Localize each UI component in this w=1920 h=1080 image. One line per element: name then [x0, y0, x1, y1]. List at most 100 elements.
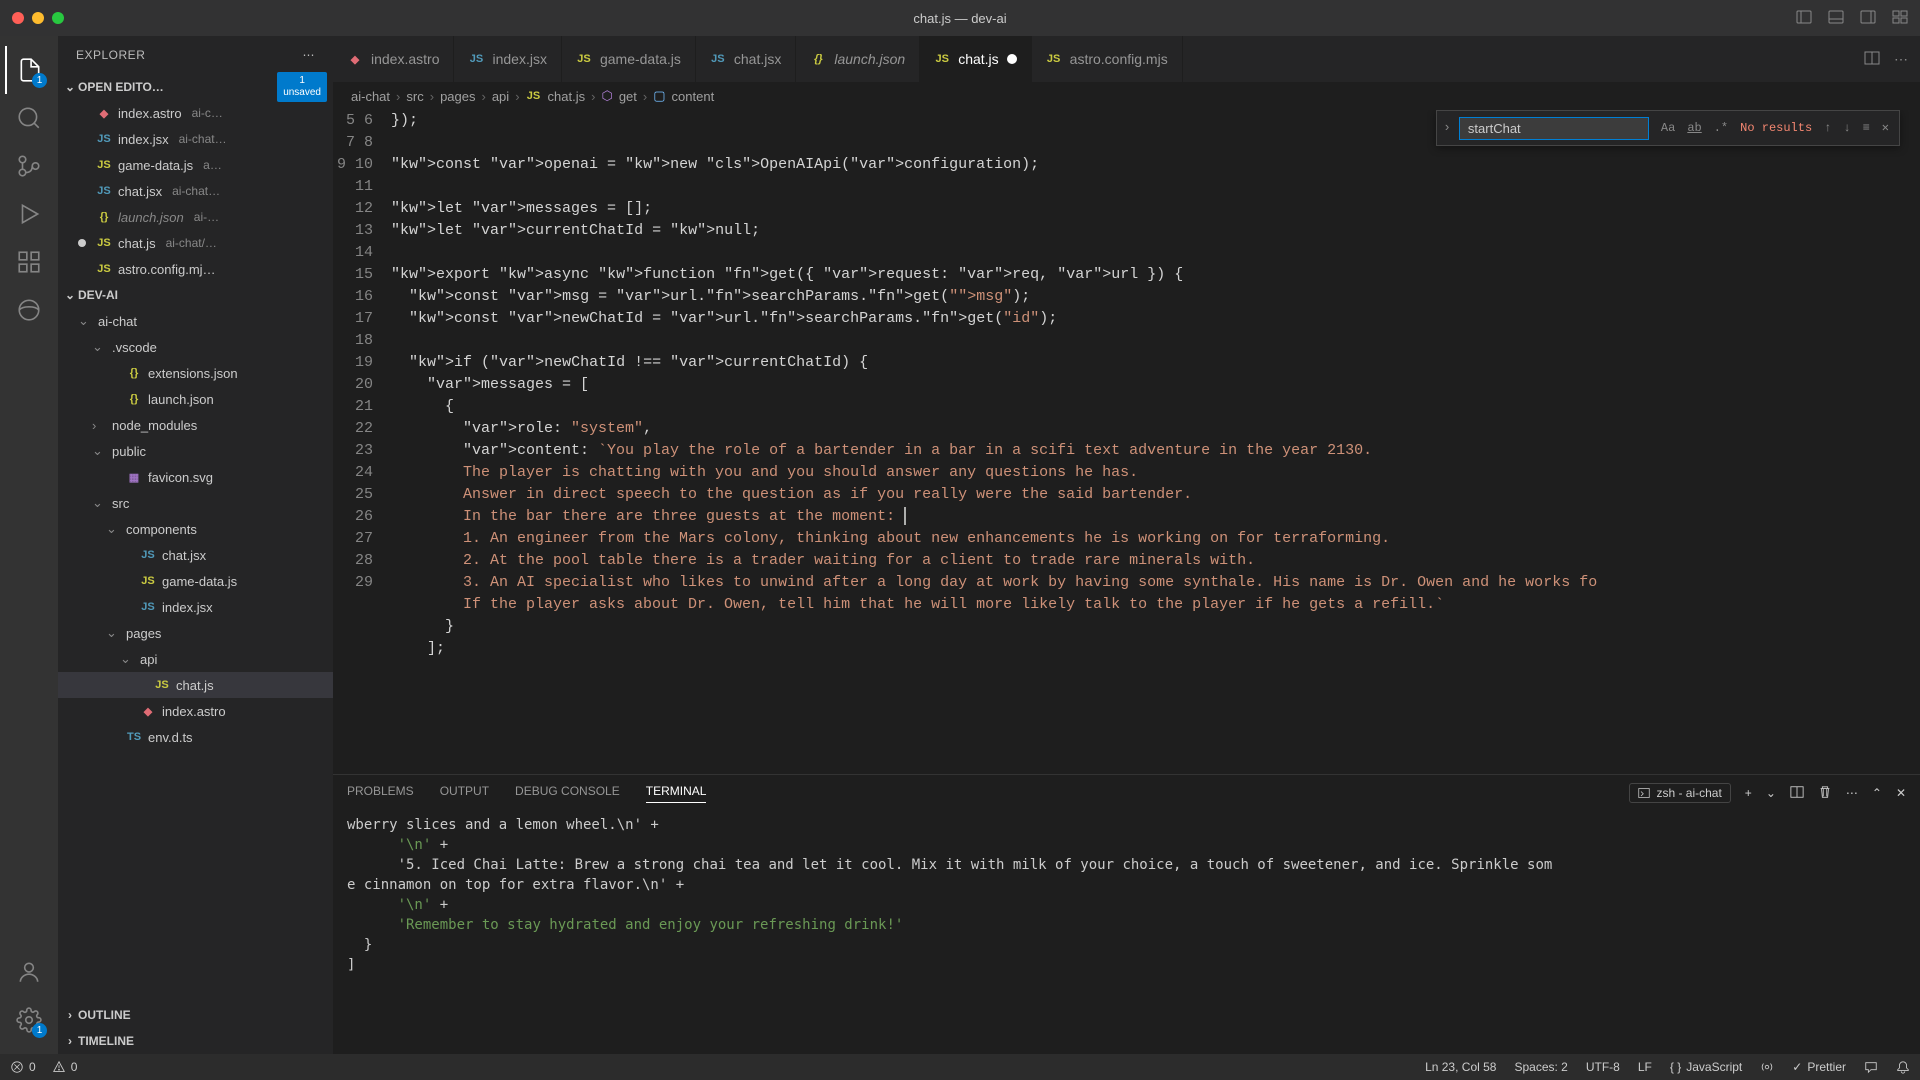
explorer-badge: 1 — [32, 73, 47, 88]
open-editor-item[interactable]: JSastro.config.mj… — [58, 256, 333, 282]
breadcrumb-item[interactable]: api — [492, 89, 509, 104]
editor-tab[interactable]: {}launch.json — [796, 36, 920, 82]
match-word-icon[interactable]: ab — [1683, 115, 1705, 141]
minimize-window-button[interactable] — [32, 12, 44, 24]
terminal-shell-indicator[interactable]: zsh - ai-chat — [1629, 783, 1730, 803]
run-debug-icon[interactable] — [5, 190, 53, 238]
file-item[interactable]: JSchat.jsx — [58, 542, 333, 568]
explorer-icon[interactable]: 1 — [5, 46, 53, 94]
layout-secondary-icon[interactable] — [1860, 9, 1876, 28]
editor-tab[interactable]: ◆index.astro — [333, 36, 454, 82]
find-filter-icon[interactable]: ≡ — [1859, 115, 1874, 141]
project-header[interactable]: ⌄ DEV-AI — [58, 282, 333, 308]
editor-tab[interactable]: JSchat.jsx — [696, 36, 796, 82]
folder-item[interactable]: ⌄src — [58, 490, 333, 516]
tab-problems[interactable]: PROBLEMS — [347, 784, 414, 802]
tab-output[interactable]: OUTPUT — [440, 784, 489, 802]
code-editor[interactable]: › Aa ab .* No results ↑ ↓ ≡ ✕ 5 6 7 8 9 … — [333, 110, 1920, 774]
breadcrumb[interactable]: ai-chat›src›pages›api›JSchat.js›⬡ get›▢ … — [333, 82, 1920, 110]
breadcrumb-item[interactable]: get — [619, 89, 637, 104]
status-language[interactable]: { } JavaScript — [1670, 1060, 1742, 1074]
open-editor-item[interactable]: JSindex.jsxai-chat… — [58, 126, 333, 152]
folder-item[interactable]: ›node_modules — [58, 412, 333, 438]
editor-tab[interactable]: JSastro.config.mjs — [1032, 36, 1183, 82]
maximize-window-button[interactable] — [52, 12, 64, 24]
kill-terminal-icon[interactable] — [1818, 785, 1832, 802]
open-editor-item[interactable]: {}launch.jsonai-… — [58, 204, 333, 230]
layout-panel-icon[interactable] — [1828, 9, 1844, 28]
find-prev-icon[interactable]: ↑ — [1820, 115, 1835, 141]
folder-item[interactable]: ⌄components — [58, 516, 333, 542]
open-editors-header[interactable]: ⌄ OPEN EDITO… 1unsaved — [58, 74, 333, 100]
outline-header[interactable]: › OUTLINE — [58, 1002, 333, 1028]
status-eol[interactable]: LF — [1638, 1060, 1652, 1074]
new-terminal-icon[interactable]: + — [1745, 786, 1752, 800]
find-next-icon[interactable]: ↓ — [1839, 115, 1854, 141]
status-prettier[interactable]: ✓ Prettier — [1792, 1060, 1846, 1074]
status-cursor-position[interactable]: Ln 23, Col 58 — [1425, 1060, 1496, 1074]
edge-icon[interactable] — [5, 286, 53, 334]
more-actions-icon[interactable]: ⋯ — [1894, 51, 1908, 68]
folder-item[interactable]: ⌄public — [58, 438, 333, 464]
folder-item[interactable]: ⌄.vscode — [58, 334, 333, 360]
sidebar-more-icon[interactable]: ⋯ — [303, 48, 316, 62]
breadcrumb-item[interactable]: ai-chat — [351, 89, 390, 104]
maximize-panel-icon[interactable]: ⌃ — [1872, 786, 1882, 800]
folder-item[interactable]: ⌄ai-chat — [58, 308, 333, 334]
extensions-icon[interactable] — [5, 238, 53, 286]
breadcrumb-item[interactable]: content — [672, 89, 715, 104]
find-widget: › Aa ab .* No results ↑ ↓ ≡ ✕ — [1436, 110, 1900, 146]
timeline-header[interactable]: › TIMELINE — [58, 1028, 333, 1054]
layout-sidebar-icon[interactable] — [1796, 9, 1812, 28]
file-item[interactable]: JSgame-data.js — [58, 568, 333, 594]
breadcrumb-item[interactable]: chat.js — [548, 89, 586, 104]
find-close-icon[interactable]: ✕ — [1878, 115, 1893, 141]
terminal-more-icon[interactable]: ⋯ — [1846, 786, 1858, 800]
status-go-live[interactable] — [1760, 1060, 1774, 1074]
file-item[interactable]: JSindex.jsx — [58, 594, 333, 620]
status-errors[interactable]: 0 — [10, 1060, 36, 1074]
split-terminal-icon[interactable] — [1790, 785, 1804, 802]
file-item[interactable]: {}launch.json — [58, 386, 333, 412]
find-input[interactable] — [1459, 117, 1649, 140]
find-expand-icon[interactable]: › — [1443, 117, 1451, 139]
regex-icon[interactable]: .* — [1710, 115, 1732, 141]
settings-badge: 1 — [32, 1023, 47, 1038]
settings-gear-icon[interactable]: 1 — [5, 996, 53, 1044]
terminal-content[interactable]: wberry slices and a lemon wheel.\n' + '\… — [333, 811, 1920, 1054]
open-editor-item[interactable]: ◆index.astroai-c… — [58, 100, 333, 126]
file-item[interactable]: TSenv.d.ts — [58, 724, 333, 750]
tab-terminal[interactable]: TERMINAL — [646, 784, 707, 803]
find-result-label: No results — [1740, 117, 1812, 139]
search-icon[interactable] — [5, 94, 53, 142]
terminal-dropdown-icon[interactable]: ⌄ — [1766, 786, 1776, 800]
tab-debug-console[interactable]: DEBUG CONSOLE — [515, 784, 620, 802]
breadcrumb-item[interactable]: pages — [440, 89, 475, 104]
folder-item[interactable]: ⌄pages — [58, 620, 333, 646]
editor-tab[interactable]: JSindex.jsx — [454, 36, 561, 82]
folder-item[interactable]: ⌄api — [58, 646, 333, 672]
status-indentation[interactable]: Spaces: 2 — [1514, 1060, 1567, 1074]
file-item[interactable]: JSchat.js — [58, 672, 333, 698]
breadcrumb-item[interactable]: src — [406, 89, 423, 104]
match-case-icon[interactable]: Aa — [1657, 115, 1679, 141]
layout-customize-icon[interactable] — [1892, 9, 1908, 28]
file-item[interactable]: {}extensions.json — [58, 360, 333, 386]
status-feedback-icon[interactable] — [1864, 1060, 1878, 1074]
file-item[interactable]: ▦favicon.svg — [58, 464, 333, 490]
close-window-button[interactable] — [12, 12, 24, 24]
account-icon[interactable] — [5, 948, 53, 996]
close-panel-icon[interactable]: ✕ — [1896, 786, 1906, 800]
file-item[interactable]: ◆index.astro — [58, 698, 333, 724]
code-content[interactable]: }); "kw">const "var">openai = "kw">new "… — [391, 110, 1920, 774]
editor-tab[interactable]: JSchat.js — [920, 36, 1031, 82]
status-notifications-icon[interactable] — [1896, 1060, 1910, 1074]
open-editor-item[interactable]: JSgame-data.jsa… — [58, 152, 333, 178]
open-editor-item[interactable]: JSchat.jsai-chat/… — [58, 230, 333, 256]
open-editor-item[interactable]: JSchat.jsxai-chat… — [58, 178, 333, 204]
editor-tab[interactable]: JSgame-data.js — [562, 36, 696, 82]
split-editor-icon[interactable] — [1864, 50, 1880, 69]
status-encoding[interactable]: UTF-8 — [1586, 1060, 1620, 1074]
source-control-icon[interactable] — [5, 142, 53, 190]
status-warnings[interactable]: 0 — [52, 1060, 78, 1074]
